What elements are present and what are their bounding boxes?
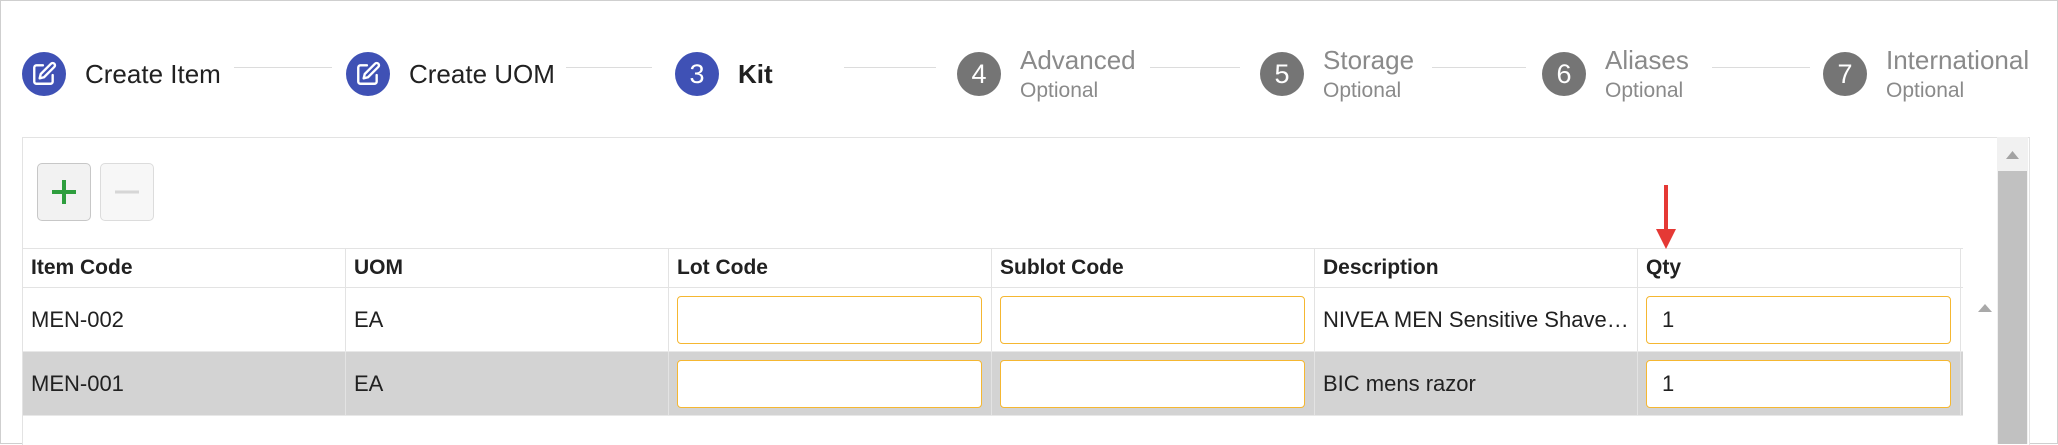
step-connector: [1712, 67, 1810, 68]
annotation-arrow-icon: [1656, 185, 1676, 249]
kit-grid: Item Code UOM Lot Code Sublot Code Descr…: [23, 248, 1963, 416]
step-connector: [566, 67, 652, 68]
row-spacer: [1961, 352, 1993, 415]
step-kit[interactable]: 3 Kit: [675, 44, 773, 104]
step-connector: [234, 67, 332, 68]
description-cell: NIVEA MEN Sensitive Shave Gel: [1315, 288, 1638, 351]
column-header-uom[interactable]: UOM: [346, 249, 669, 287]
grid-header-row: Item Code UOM Lot Code Sublot Code Descr…: [23, 248, 1963, 288]
step-international[interactable]: 7 International Optional: [1823, 44, 2029, 104]
step-label: Create Item: [85, 59, 221, 89]
column-header-sublot-code[interactable]: Sublot Code: [992, 249, 1315, 287]
sublot-code-cell: [992, 288, 1315, 351]
plus-icon: [52, 180, 76, 204]
remove-row-button[interactable]: [100, 163, 154, 221]
sublot-code-cell: [992, 352, 1315, 415]
lot-code-cell: [669, 288, 992, 351]
step-number: 3: [675, 52, 719, 96]
grid-scroll-up-icon[interactable]: [1975, 300, 1995, 316]
edit-icon: [346, 52, 390, 96]
step-storage[interactable]: 5 Storage Optional: [1260, 44, 1414, 104]
sublot-code-input[interactable]: [1000, 359, 1305, 408]
step-connector: [844, 67, 936, 68]
description-text: NIVEA MEN Sensitive Shave Gel: [1323, 306, 1629, 332]
step-number: 7: [1823, 52, 1867, 96]
column-header-item-code[interactable]: Item Code: [23, 249, 346, 287]
description-cell: BIC mens razor: [1315, 352, 1638, 415]
scrollbar-thumb[interactable]: [1998, 171, 2027, 444]
scroll-up-icon[interactable]: [2004, 149, 2021, 161]
item-code-cell: MEN-001: [23, 352, 346, 415]
step-connector: [1150, 67, 1240, 68]
row-spacer: [1961, 288, 1993, 351]
step-label: Aliases: [1605, 44, 1689, 75]
qty-input[interactable]: 1: [1646, 359, 1951, 408]
step-label: Kit: [738, 59, 773, 89]
qty-cell: 1: [1638, 288, 1961, 351]
uom-cell: EA: [346, 352, 669, 415]
table-row[interactable]: MEN-002 EA NIVEA MEN Sensitive Shave Gel…: [23, 288, 1963, 352]
header-spacer: [1961, 249, 1993, 287]
description-text: BIC mens razor: [1323, 370, 1476, 396]
item-code-cell: MEN-002: [23, 288, 346, 351]
column-header-qty[interactable]: Qty: [1638, 249, 1961, 287]
step-label: International: [1886, 44, 2030, 75]
table-row[interactable]: MEN-001 EA BIC mens razor 1: [23, 352, 1963, 416]
vertical-scrollbar[interactable]: [1997, 137, 2028, 444]
step-label: Advanced: [1020, 44, 1136, 75]
qty-cell: 1: [1638, 352, 1961, 415]
step-sublabel: Optional: [1886, 78, 1965, 102]
uom-cell: EA: [346, 288, 669, 351]
qty-input[interactable]: 1: [1646, 295, 1951, 344]
column-header-description[interactable]: Description: [1315, 249, 1638, 287]
step-create-uom[interactable]: Create UOM: [346, 44, 555, 104]
step-sublabel: Optional: [1020, 78, 1099, 102]
lot-code-input[interactable]: [677, 359, 982, 408]
step-label: Storage: [1323, 44, 1415, 75]
step-create-item[interactable]: Create Item: [22, 44, 221, 104]
grid-toolbar: [37, 163, 154, 221]
column-header-lot-code[interactable]: Lot Code: [669, 249, 992, 287]
step-number: 4: [957, 52, 1001, 96]
sublot-code-input[interactable]: [1000, 295, 1305, 344]
step-sublabel: Optional: [1605, 78, 1684, 102]
minus-icon: [115, 190, 139, 194]
add-row-button[interactable]: [37, 163, 91, 221]
step-advanced[interactable]: 4 Advanced Optional: [957, 44, 1136, 104]
step-label: Create UOM: [409, 59, 555, 89]
kit-grid-panel: Item Code UOM Lot Code Sublot Code Descr…: [22, 137, 2030, 445]
step-aliases[interactable]: 6 Aliases Optional: [1542, 44, 1689, 104]
stepper: Create Item Create UOM 3 Kit 4 Advanced …: [0, 0, 2058, 135]
lot-code-input[interactable]: [677, 295, 982, 344]
step-number: 5: [1260, 52, 1304, 96]
step-number: 6: [1542, 52, 1586, 96]
lot-code-cell: [669, 352, 992, 415]
step-sublabel: Optional: [1323, 78, 1402, 102]
step-connector: [1432, 67, 1526, 68]
edit-icon: [22, 52, 66, 96]
